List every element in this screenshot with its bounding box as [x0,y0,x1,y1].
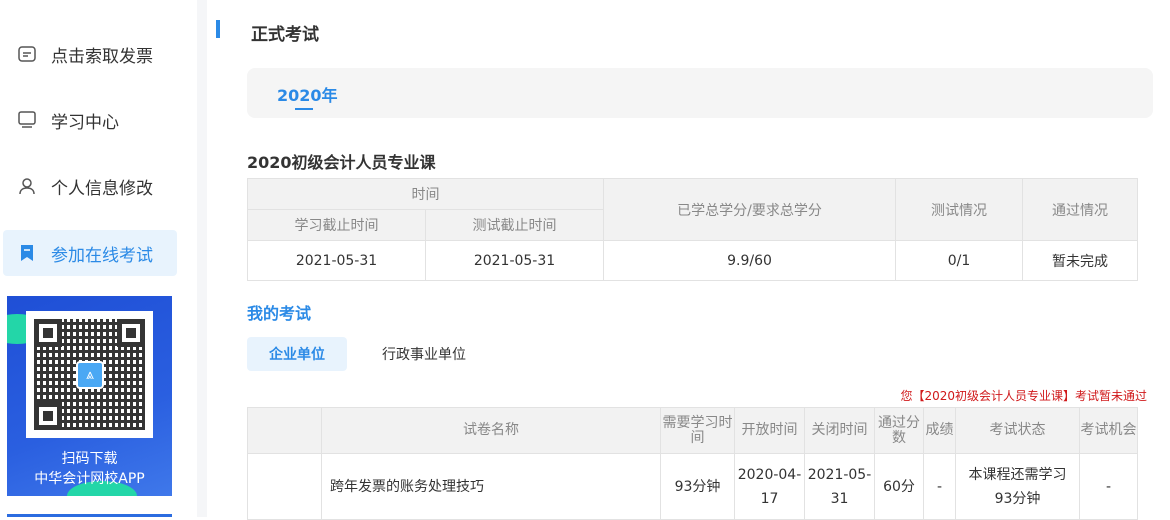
header-close-time: 关闭时间 [804,407,875,454]
header-credits: 已学总学分/要求总学分 [603,178,896,241]
credits: 9.9/60 [603,240,896,281]
table-row: 2021-05-31 2021-05-31 9.9/60 0/1 暂未完成 [247,240,1138,281]
sidebar-item-label: 点击索取发票 [51,46,153,67]
header-open-time: 开放时间 [734,407,805,454]
sidebar-item-label: 学习中心 [51,112,119,133]
score: - [923,453,956,520]
pass-score: 60分 [874,453,924,520]
exam-notice: 您【2020初级会计人员专业课】考试暂未通过 [900,389,1147,403]
course-title: 2020初级会计人员专业课 [247,153,436,172]
bookmark-icon [17,243,37,263]
study-time: 93分钟 [660,453,735,520]
my-exam-heading: 我的考试 [247,304,312,323]
exam-table: 试卷名称 需要学习时间 开放时间 关闭时间 通过分数 成绩 考试状态 考试机会 … [247,407,1138,520]
tab-enterprise[interactable]: 企业单位 [247,337,347,371]
open-time: 2020-04-17 [734,453,805,520]
header-pass: 通过情况 [1022,178,1138,241]
qr-code: ⩓ [26,311,153,438]
sidebar-item-profile[interactable]: 个人信息修改 [3,163,177,209]
header-blank [247,407,322,454]
sidebar: 点击索取发票 学习中心 个人信息修改 参加在线考试 ⩓ 扫码下载 中华会计网校A… [0,0,197,517]
test-status: 0/1 [895,240,1023,281]
page-title: 正式考试 [251,25,319,45]
sidebar-item-label: 个人信息修改 [51,178,153,199]
header-paper-name: 试卷名称 [321,407,661,454]
user-icon [17,176,37,196]
header-score: 成绩 [923,407,956,454]
tab-underline [295,108,313,110]
paper-name: 跨年发票的账务处理技巧 [321,453,661,520]
header-exam-status: 考试状态 [955,407,1080,454]
app-logo-icon: ⩓ [76,361,104,389]
header-time: 时间 [247,178,604,210]
close-time: 2021-05-31 [804,453,875,520]
test-deadline: 2021-05-31 [425,240,604,281]
header-pass-score: 通过分数 [874,407,924,454]
tab-2020[interactable]: 2020年 [277,82,338,106]
app-download-banner[interactable]: ⩓ 扫码下载 中华会计网校APP [7,296,172,496]
header-chances: 考试机会 [1079,407,1138,454]
table-row: 跨年发票的账务处理技巧 93分钟 2020-04-17 2021-05-31 6… [247,453,1138,520]
header-test-deadline: 测试截止时间 [425,209,604,241]
sidebar-item-invoice[interactable]: 点击索取发票 [3,31,177,77]
sidebar-item-label: 参加在线考试 [51,245,153,266]
monitor-icon [17,110,37,130]
sidebar-item-study-center[interactable]: 学习中心 [3,97,177,143]
blank-cell [247,453,322,520]
chances: - [1079,453,1138,520]
study-deadline: 2021-05-31 [247,240,426,281]
exam-status: 本课程还需学习93分钟 [955,453,1080,520]
pass-status: 暂未完成 [1022,240,1138,281]
course-summary-table: 时间 已学总学分/要求总学分 测试情况 通过情况 学习截止时间 测试截止时间 2… [247,178,1138,281]
banner-line1: 扫码下载 [61,451,118,467]
banner-line2: 中华会计网校APP [34,471,145,487]
title-marker [216,20,220,38]
header-study-time: 需要学习时间 [660,407,735,454]
tab-public-institution[interactable]: 行政事业单位 [370,337,478,371]
header-study-deadline: 学习截止时间 [247,209,426,241]
header-test: 测试情况 [895,178,1023,241]
invoice-icon [17,44,37,64]
year-tabs: 2020年 [247,68,1153,118]
gutter [197,0,207,517]
sidebar-item-online-exam[interactable]: 参加在线考试 [3,230,177,276]
